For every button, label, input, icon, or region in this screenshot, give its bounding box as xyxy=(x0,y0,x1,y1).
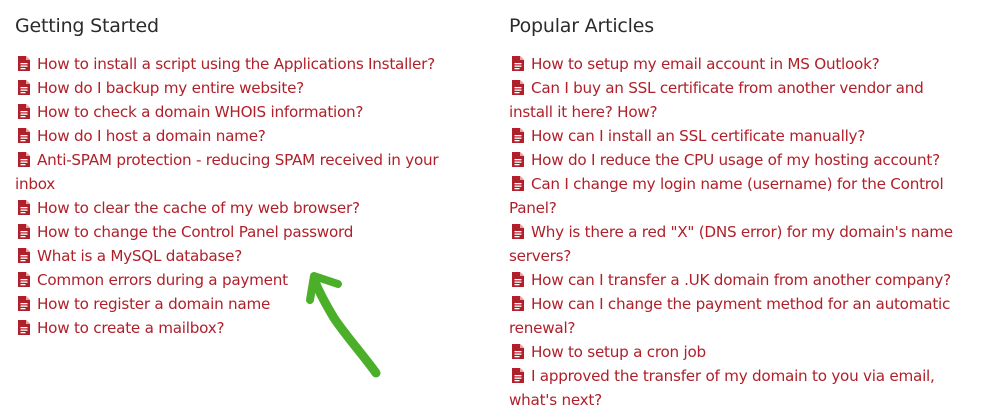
document-icon xyxy=(18,248,30,263)
document-icon xyxy=(512,296,524,311)
green-arrow-icon xyxy=(306,272,381,378)
article-link[interactable]: Can I buy an SSL certificate from anothe… xyxy=(509,79,924,121)
popular-articles-section: Popular Articles How to setup my email a… xyxy=(509,12,971,412)
list-item: How to install a script using the Applic… xyxy=(15,52,470,76)
document-icon xyxy=(18,200,30,215)
article-link[interactable]: Can I change my login name (username) fo… xyxy=(509,175,944,217)
list-item: Can I buy an SSL certificate from anothe… xyxy=(509,76,971,124)
article-link[interactable]: What is a MySQL database? xyxy=(37,247,242,265)
document-icon xyxy=(18,296,30,311)
getting-started-section: Getting Started How to install a script … xyxy=(15,12,470,340)
article-link[interactable]: How to change the Control Panel password xyxy=(37,223,353,241)
document-icon xyxy=(18,56,30,71)
article-link[interactable]: How can I transfer a .UK domain from ano… xyxy=(531,271,951,289)
list-item: How to change the Control Panel password xyxy=(15,220,470,244)
article-link[interactable]: How do I backup my entire website? xyxy=(37,79,304,97)
article-link[interactable]: How to check a domain WHOIS information? xyxy=(37,103,363,121)
list-item: How to create a mailbox? xyxy=(15,316,470,340)
list-item: How can I change the payment method for … xyxy=(509,292,971,340)
popular-articles-list: How to setup my email account in MS Outl… xyxy=(509,52,971,412)
document-icon xyxy=(18,320,30,335)
document-icon xyxy=(512,152,524,167)
article-link[interactable]: How do I host a domain name? xyxy=(37,127,266,145)
document-icon xyxy=(18,272,30,287)
list-item: Anti-SPAM protection - reducing SPAM rec… xyxy=(15,148,470,196)
document-icon xyxy=(18,128,30,143)
document-icon xyxy=(512,176,524,191)
document-icon xyxy=(512,344,524,359)
getting-started-heading: Getting Started xyxy=(15,15,159,37)
document-icon xyxy=(512,128,524,143)
list-item: How to setup a cron job xyxy=(509,340,971,364)
list-item: Can I change my login name (username) fo… xyxy=(509,172,971,220)
popular-articles-heading: Popular Articles xyxy=(509,15,654,37)
list-item: How do I host a domain name? xyxy=(15,124,470,148)
list-item: I approved the transfer of my domain to … xyxy=(509,364,971,412)
document-icon xyxy=(512,80,524,95)
document-icon xyxy=(18,224,30,239)
document-icon xyxy=(18,80,30,95)
list-item: How do I reduce the CPU usage of my host… xyxy=(509,148,971,172)
getting-started-list: How to install a script using the Applic… xyxy=(15,52,470,340)
list-item: What is a MySQL database? xyxy=(15,244,470,268)
list-item: How can I install an SSL certificate man… xyxy=(509,124,971,148)
article-link[interactable]: Anti-SPAM protection - reducing SPAM rec… xyxy=(15,151,439,193)
article-link[interactable]: How to install a script using the Applic… xyxy=(37,55,435,73)
list-item: How to check a domain WHOIS information? xyxy=(15,100,470,124)
list-item: Common errors during a payment xyxy=(15,268,470,292)
article-link[interactable]: Why is there a red "X" (DNS error) for m… xyxy=(509,223,953,265)
article-link[interactable]: How to setup my email account in MS Outl… xyxy=(531,55,880,73)
article-link[interactable]: I approved the transfer of my domain to … xyxy=(509,367,935,409)
document-icon xyxy=(512,272,524,287)
list-item: How can I transfer a .UK domain from ano… xyxy=(509,268,971,292)
document-icon xyxy=(512,368,524,383)
article-link[interactable]: How to create a mailbox? xyxy=(37,319,225,337)
article-link[interactable]: How to setup a cron job xyxy=(531,343,706,361)
document-icon xyxy=(512,56,524,71)
list-item: How do I backup my entire website? xyxy=(15,76,470,100)
article-link[interactable]: How can I change the payment method for … xyxy=(509,295,950,337)
article-link[interactable]: How do I reduce the CPU usage of my host… xyxy=(531,151,940,169)
document-icon xyxy=(18,104,30,119)
article-link[interactable]: How to register a domain name xyxy=(37,295,270,313)
list-item: How to register a domain name xyxy=(15,292,470,316)
list-item: Why is there a red "X" (DNS error) for m… xyxy=(509,220,971,268)
list-item: How to clear the cache of my web browser… xyxy=(15,196,470,220)
article-link[interactable]: Common errors during a payment xyxy=(37,271,288,289)
document-icon xyxy=(18,152,30,167)
article-link[interactable]: How to clear the cache of my web browser… xyxy=(37,199,360,217)
article-link[interactable]: How can I install an SSL certificate man… xyxy=(531,127,865,145)
list-item: How to setup my email account in MS Outl… xyxy=(509,52,971,76)
document-icon xyxy=(512,224,524,239)
